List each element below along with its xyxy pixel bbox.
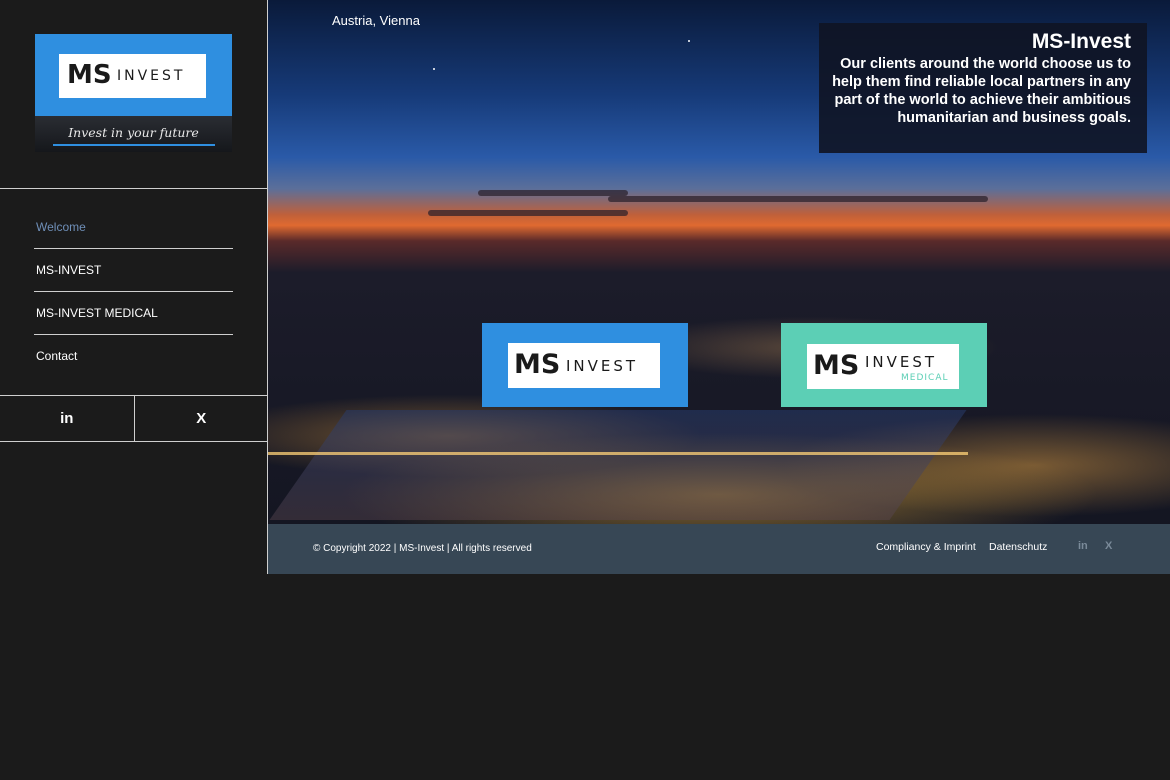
page-background <box>0 574 268 780</box>
logo-mark: MS <box>67 60 112 90</box>
linkedin-link[interactable]: in <box>0 396 135 441</box>
hero-banner: Austria, Vienna MS-Invest Our clients ar… <box>268 0 1170 524</box>
footer: © Copyright 2022 | MS-Invest | All right… <box>268 524 1170 574</box>
ms-invest-medical-card-logo: MS INVEST MEDICAL <box>807 344 959 389</box>
ms-invest-medical-card[interactable]: MS INVEST MEDICAL <box>781 323 987 407</box>
logo-underline <box>53 144 215 146</box>
nav-item-ms-invest-medical[interactable]: MS-INVEST MEDICAL <box>34 292 233 335</box>
footer-linkedin-icon[interactable]: in <box>1078 540 1088 552</box>
card-logo-mark: MS <box>514 349 561 380</box>
info-text: Our clients around the world choose us t… <box>832 56 1131 126</box>
ms-invest-card-logo: MS INVEST <box>508 343 660 388</box>
copyright-text: © Copyright 2022 | MS-Invest | All right… <box>313 543 532 554</box>
location-label: Austria, Vienna <box>332 13 420 28</box>
nav-item-ms-invest[interactable]: MS-INVEST <box>34 249 233 292</box>
card-medical-logo-mark: MS <box>813 350 860 381</box>
sidebar-social-links: in X <box>0 395 268 442</box>
card-medical-subword: MEDICAL <box>901 373 949 383</box>
logo-plate: MS INVEST <box>59 54 206 98</box>
xing-link[interactable]: X <box>135 396 269 441</box>
star-decoration <box>688 40 690 42</box>
sidebar-divider <box>0 188 268 189</box>
imprint-link[interactable]: Compliancy & Imprint <box>876 541 976 553</box>
xing-icon: X <box>196 410 207 427</box>
logo-word: INVEST <box>117 68 186 84</box>
card-logo-word: INVEST <box>566 357 639 375</box>
card-medical-logo-word: INVEST <box>865 353 938 371</box>
river-decoration <box>269 410 967 520</box>
footer-xing-icon[interactable]: X <box>1105 540 1112 552</box>
site-logo[interactable]: MS INVEST Invest in your future <box>35 34 232 152</box>
nav-item-welcome[interactable]: Welcome <box>34 206 233 249</box>
logo-tagline: Invest in your future <box>68 125 199 140</box>
nav-item-contact[interactable]: Contact <box>34 335 233 378</box>
info-box: MS-Invest Our clients around the world c… <box>819 23 1147 153</box>
linkedin-icon: in <box>60 410 74 427</box>
info-title: MS-Invest <box>1031 30 1131 53</box>
cloud-decoration <box>478 190 628 196</box>
ms-invest-card[interactable]: MS INVEST <box>482 323 688 407</box>
cloud-decoration <box>428 210 628 216</box>
privacy-link[interactable]: Datenschutz <box>989 541 1047 553</box>
main-nav: Welcome MS-INVEST MS-INVEST MEDICAL Cont… <box>34 206 233 378</box>
star-decoration <box>433 68 435 70</box>
cloud-decoration <box>608 196 988 202</box>
bridge-decoration <box>268 452 968 455</box>
